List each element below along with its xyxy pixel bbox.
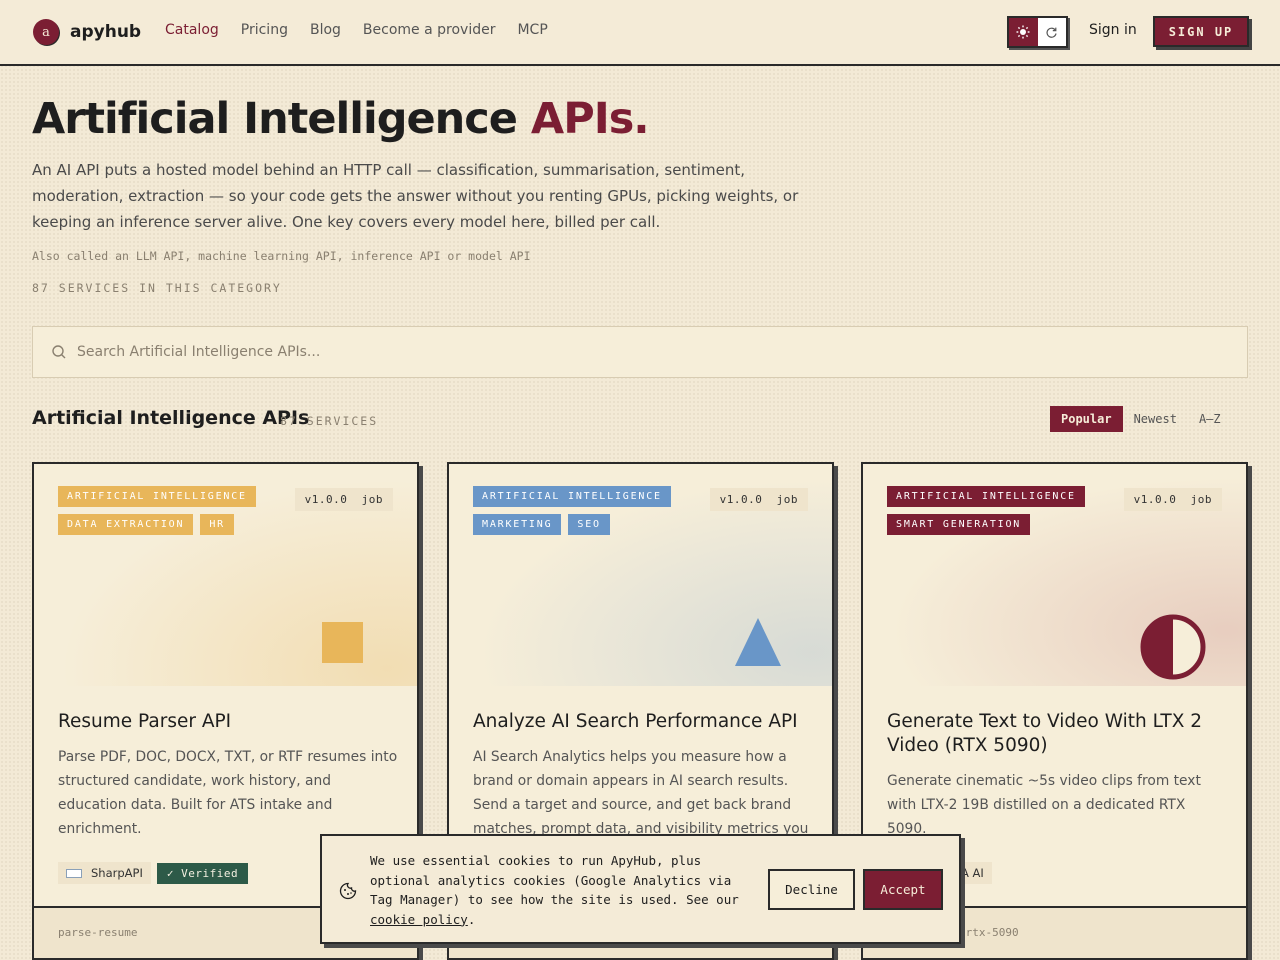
- cookie-text-suffix: .: [467, 911, 476, 927]
- card-tags: ARTIFICIAL INTELLIGENCE MARKETING SEO: [473, 486, 703, 535]
- cookie-icon: [339, 882, 357, 900]
- square-shape-icon: [322, 622, 363, 663]
- sun-icon: [1016, 25, 1030, 39]
- sort-a-z[interactable]: A–Z: [1188, 406, 1232, 432]
- card-description: AI Search Analytics helps you measure ho…: [473, 749, 809, 837]
- section-title: Artificial Intelligence APIs: [32, 407, 310, 429]
- tag[interactable]: SMART GENERATION: [887, 514, 1031, 535]
- decline-button[interactable]: Decline: [768, 869, 855, 910]
- page-title: Artificial Intelligence APIs.: [32, 94, 650, 144]
- accept-button[interactable]: Accept: [863, 869, 943, 910]
- cookie-policy-link[interactable]: cookie policy: [370, 912, 468, 927]
- card-title: Resume Parser API: [58, 711, 232, 732]
- card-slug: parse-resume: [58, 926, 138, 939]
- tag[interactable]: MARKETING: [473, 514, 562, 535]
- tag[interactable]: SEO: [568, 514, 610, 535]
- search-bar: [32, 326, 1248, 378]
- sort-options: Popular Newest A–Z: [1050, 406, 1232, 432]
- nav-pricing[interactable]: Pricing: [241, 22, 288, 38]
- provider-name: A AI: [961, 866, 984, 880]
- card-title: Analyze AI Search Performance API: [473, 711, 798, 732]
- version-badge: v1.0.0 job: [709, 488, 808, 511]
- cookie-text: We use essential cookies to run ApyHub, …: [370, 853, 739, 907]
- section-service-count: 87 SERVICES: [280, 414, 379, 428]
- main-nav: Catalog Pricing Blog Become a provider M…: [165, 22, 570, 38]
- tag[interactable]: ARTIFICIAL INTELLIGENCE: [473, 486, 671, 507]
- search-input[interactable]: [77, 344, 1177, 360]
- card-slug: -rtx-5090: [959, 926, 1019, 939]
- top-navbar: a apyhub Catalog Pricing Blog Become a p…: [0, 0, 1280, 66]
- nav-blog[interactable]: Blog: [310, 22, 341, 38]
- tag[interactable]: ARTIFICIAL INTELLIGENCE: [58, 486, 256, 507]
- tag[interactable]: HR: [200, 514, 234, 535]
- half-circle-shape-icon: [1140, 614, 1206, 680]
- apyhub-logo-icon: a: [33, 19, 59, 45]
- card-description: Parse PDF, DOC, DOCX, TXT, or RTF resume…: [58, 749, 398, 837]
- refresh-icon: [1046, 27, 1057, 38]
- category-description: An AI API puts a hosted model behind an …: [32, 161, 799, 231]
- provider-chip: SharpAPI: [58, 862, 151, 884]
- cookie-banner: We use essential cookies to run ApyHub, …: [320, 834, 961, 944]
- card-title: Generate Text to Video With LTX 2 Video …: [887, 711, 1203, 756]
- card-tags: ARTIFICIAL INTELLIGENCE DATA EXTRACTION …: [58, 486, 288, 535]
- theme-toggle[interactable]: [1007, 16, 1068, 48]
- card-provider: SharpAPI ✓ Verified: [58, 862, 249, 884]
- verified-badge: ✓ Verified: [156, 862, 249, 884]
- sort-popular[interactable]: Popular: [1050, 406, 1123, 432]
- sign-up-button[interactable]: SIGN UP: [1153, 16, 1249, 47]
- page-title-accent: APIs.: [530, 94, 650, 144]
- sort-newest[interactable]: Newest: [1123, 406, 1188, 432]
- version-badge: v1.0.0 job: [294, 488, 393, 511]
- brand-link[interactable]: a apyhub: [33, 19, 141, 45]
- search-icon: [51, 344, 67, 360]
- category-service-count: 87 SERVICES IN THIS CATEGORY: [32, 281, 282, 295]
- provider-name: SharpAPI: [91, 866, 143, 880]
- tag[interactable]: ARTIFICIAL INTELLIGENCE: [887, 486, 1085, 507]
- provider-logo-icon: [66, 868, 82, 878]
- brand-name: apyhub: [70, 22, 142, 42]
- cookie-message: We use essential cookies to run ApyHub, …: [370, 851, 760, 929]
- nav-catalog[interactable]: Catalog: [165, 22, 219, 38]
- card-tags: ARTIFICIAL INTELLIGENCE SMART GENERATION: [887, 486, 1137, 535]
- version-badge: v1.0.0 job: [1123, 488, 1222, 511]
- light-mode-option[interactable]: [1009, 18, 1038, 46]
- tag[interactable]: DATA EXTRACTION: [58, 514, 194, 535]
- category-aliases: Also called an LLM API, machine learning…: [32, 249, 531, 263]
- sign-in-link[interactable]: Sign in: [1089, 22, 1137, 38]
- nav-mcp[interactable]: MCP: [517, 22, 547, 38]
- system-mode-option[interactable]: [1038, 18, 1067, 46]
- nav-become-provider[interactable]: Become a provider: [363, 22, 496, 38]
- triangle-shape-icon: [735, 618, 781, 666]
- card-description: Generate cinematic ~5s video clips from …: [887, 773, 1201, 837]
- page-title-main: Artificial Intelligence: [32, 94, 531, 144]
